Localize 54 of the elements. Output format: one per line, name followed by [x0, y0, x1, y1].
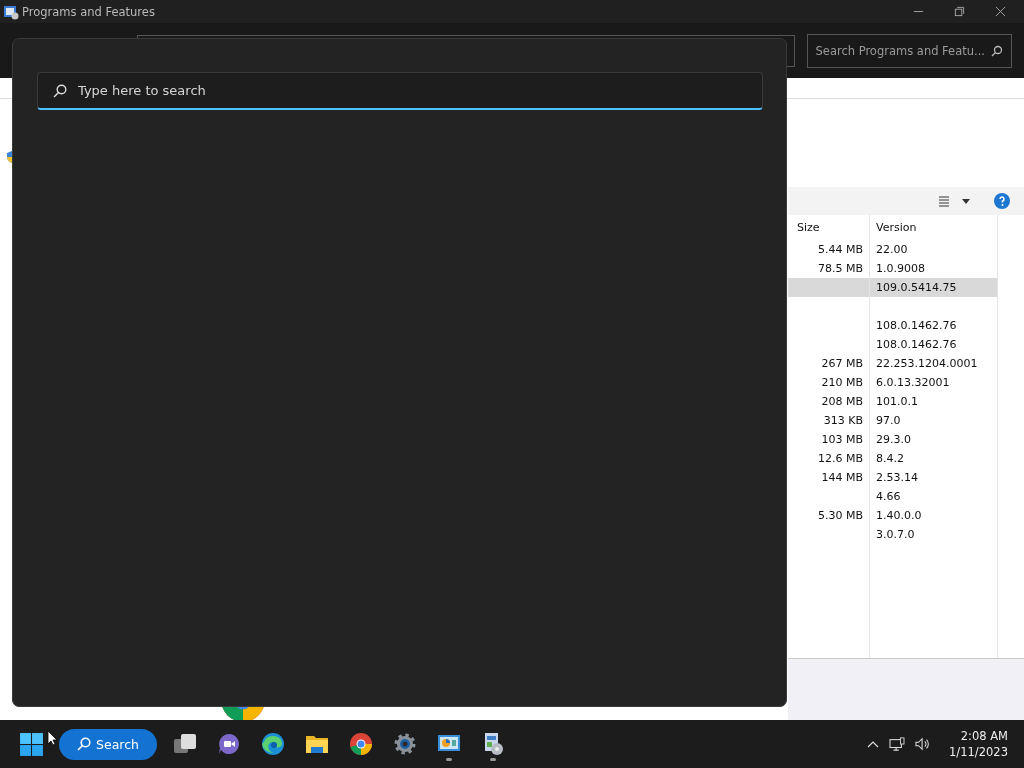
- version-cell: 108.0.1462.76: [876, 338, 957, 351]
- size-cell: 5.44 MB: [817, 243, 863, 256]
- version-cell: 97.0: [876, 414, 901, 427]
- size-cell: 208 MB: [821, 395, 863, 408]
- video-chat-icon[interactable]: [217, 732, 241, 756]
- version-cell: 109.0.5414.75: [876, 281, 957, 294]
- column-header[interactable]: Size: [788, 215, 870, 240]
- search-icon: [53, 84, 67, 98]
- browser-icon[interactable]: [261, 732, 285, 756]
- running-indicator: [446, 758, 452, 761]
- caret-icon[interactable]: [962, 198, 970, 204]
- version-cell: 22.00: [876, 243, 908, 256]
- search-button[interactable]: Search: [59, 728, 157, 760]
- app-icon: [3, 3, 19, 20]
- windows-stack-icon[interactable]: [173, 732, 197, 756]
- chrome-icon[interactable]: [349, 732, 373, 756]
- speaker-icon[interactable]: [915, 737, 932, 751]
- size-cell: 144 MB: [821, 471, 863, 484]
- version-cell: 1.0.9008: [876, 262, 925, 275]
- size-cell: 313 KB: [823, 414, 863, 427]
- version-cell: 8.4.2: [876, 452, 904, 465]
- help-icon[interactable]: [994, 193, 1010, 209]
- version-cell: 2.53.14: [876, 471, 918, 484]
- size-cell: 103 MB: [821, 433, 863, 446]
- version-cell: 4.66: [876, 490, 901, 503]
- version-cell: 3.0.7.0: [876, 528, 915, 541]
- search-input[interactable]: Type here to search: [37, 72, 763, 110]
- window-title: Programs and Features: [22, 4, 155, 19]
- search-icon[interactable]: [991, 44, 1003, 57]
- settings-icon[interactable]: [393, 732, 417, 756]
- cursor-icon: [47, 730, 57, 746]
- version-cell: 6.0.13.32001: [876, 376, 950, 389]
- size-cell: 5.30 MB: [817, 509, 863, 522]
- chevron-up-icon[interactable]: [867, 740, 880, 748]
- search-icon: [77, 737, 91, 751]
- start-icon[interactable]: [19, 731, 44, 757]
- version-cell: 108.0.1462.76: [876, 319, 957, 332]
- view-list-icon[interactable]: [938, 195, 950, 207]
- network-icon[interactable]: [889, 737, 906, 751]
- column-header[interactable]: Version: [870, 215, 998, 240]
- size-cell: 78.5 MB: [817, 262, 863, 275]
- search-field[interactable]: Search Programs and Featu...: [806, 33, 1012, 68]
- close-icon[interactable]: [995, 6, 1006, 17]
- running-indicator: [490, 758, 496, 761]
- version-cell: 29.3.0: [876, 433, 911, 446]
- version-cell: 1.40.0.0: [876, 509, 922, 522]
- selected-row[interactable]: 109.0.5414.75: [788, 278, 998, 297]
- size-cell: 12.6 MB: [817, 452, 863, 465]
- size-cell: 210 MB: [821, 376, 863, 389]
- clock[interactable]: 2:08 AM 1/11/2023: [949, 728, 1008, 760]
- restore-icon[interactable]: [954, 6, 965, 17]
- size-cell: 267 MB: [821, 357, 863, 370]
- version-cell: 22.253.1204.0001: [876, 357, 978, 370]
- version-cell: 101.0.1: [876, 395, 918, 408]
